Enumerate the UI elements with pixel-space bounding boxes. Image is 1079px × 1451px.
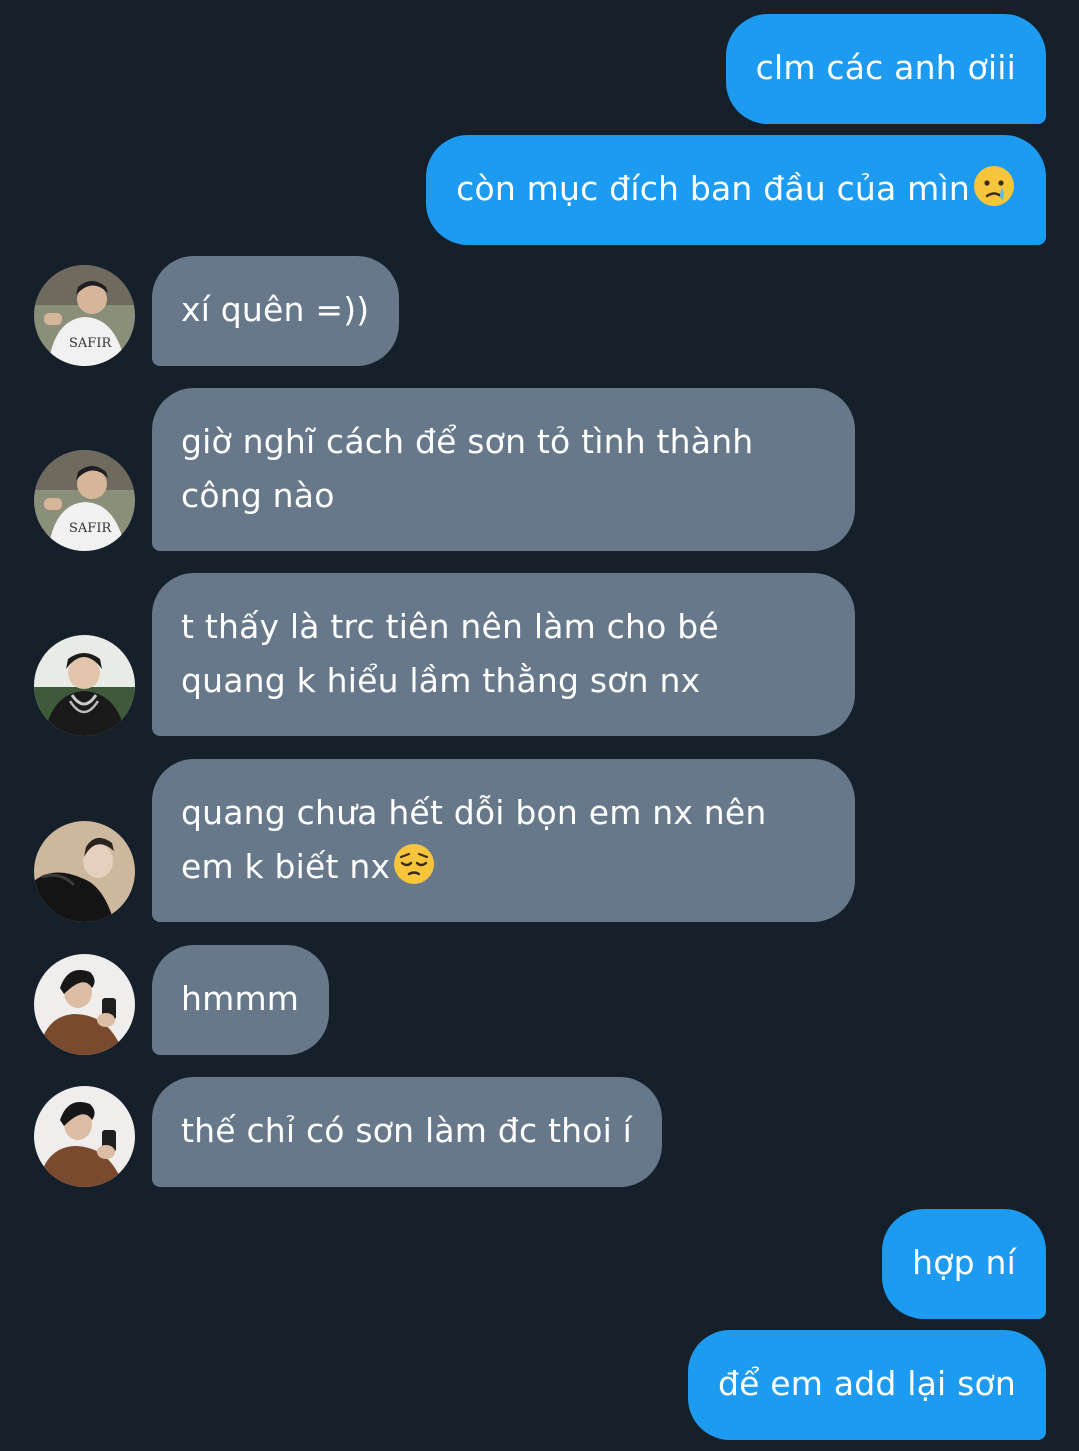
avatar[interactable] (34, 821, 135, 922)
svg-text:SAFIR: SAFIR (69, 521, 112, 536)
message-bubble-outgoing[interactable]: clm các anh ơiii (725, 14, 1046, 124)
message-bubble-incoming[interactable]: xí quên =)) (152, 256, 400, 366)
message-text: t thấy là trc tiên nên làm cho bé quang … (181, 607, 719, 700)
message-bubble-outgoing[interactable]: còn mục đích ban đầu của mìn (426, 135, 1046, 245)
avatar[interactable]: SAFIR (34, 450, 135, 551)
message-bubble-outgoing[interactable]: hợp ní (882, 1209, 1046, 1319)
avatar-chain-necklace-guy-icon (34, 635, 135, 736)
avatar-leather-jacket-guy-icon (34, 821, 135, 922)
message-text: còn mục đích ban đầu của mìn (456, 169, 970, 208)
avatar-white-shirt-guy-icon: SAFIR (34, 265, 135, 366)
crying-face-emoji-icon (972, 164, 1016, 208)
message-bubble-outgoing[interactable]: để em add lại sơn (687, 1330, 1046, 1440)
avatar[interactable] (34, 635, 135, 736)
message-text: để em add lại sơn (717, 1364, 1016, 1403)
message-bubble-incoming[interactable]: hmmm (152, 945, 330, 1055)
message-text: hợp ní (912, 1243, 1016, 1282)
avatar[interactable]: SAFIR (34, 265, 135, 366)
message-bubble-incoming[interactable]: giờ nghĩ cách để sơn tỏ tình thành công … (152, 388, 855, 551)
svg-text:SAFIR: SAFIR (69, 336, 112, 351)
message-text: hmmm (181, 979, 300, 1018)
message-text: giờ nghĩ cách để sơn tỏ tình thành công … (181, 422, 754, 515)
message-text: quang chưa hết dỗi bọn em nx nên em k bi… (181, 793, 767, 886)
avatar[interactable] (34, 954, 135, 1055)
message-bubble-incoming[interactable]: t thấy là trc tiên nên làm cho bé quang … (152, 573, 855, 736)
avatar-white-shirt-guy-icon: SAFIR (34, 450, 135, 551)
message-bubble-incoming[interactable]: thế chỉ có sơn làm đc thoi í (152, 1077, 663, 1187)
message-text: xí quên =)) (181, 290, 370, 329)
avatar-brown-coat-phone-guy-icon (34, 1086, 135, 1187)
message-bubble-incoming[interactable]: quang chưa hết dỗi bọn em nx nên em k bi… (152, 759, 855, 922)
message-text: clm các anh ơiii (755, 48, 1016, 87)
pensive-face-emoji-icon (392, 842, 436, 886)
message-text: thế chỉ có sơn làm đc thoi í (181, 1111, 633, 1150)
avatar[interactable] (34, 1086, 135, 1187)
avatar-brown-coat-phone-guy-icon (34, 954, 135, 1055)
